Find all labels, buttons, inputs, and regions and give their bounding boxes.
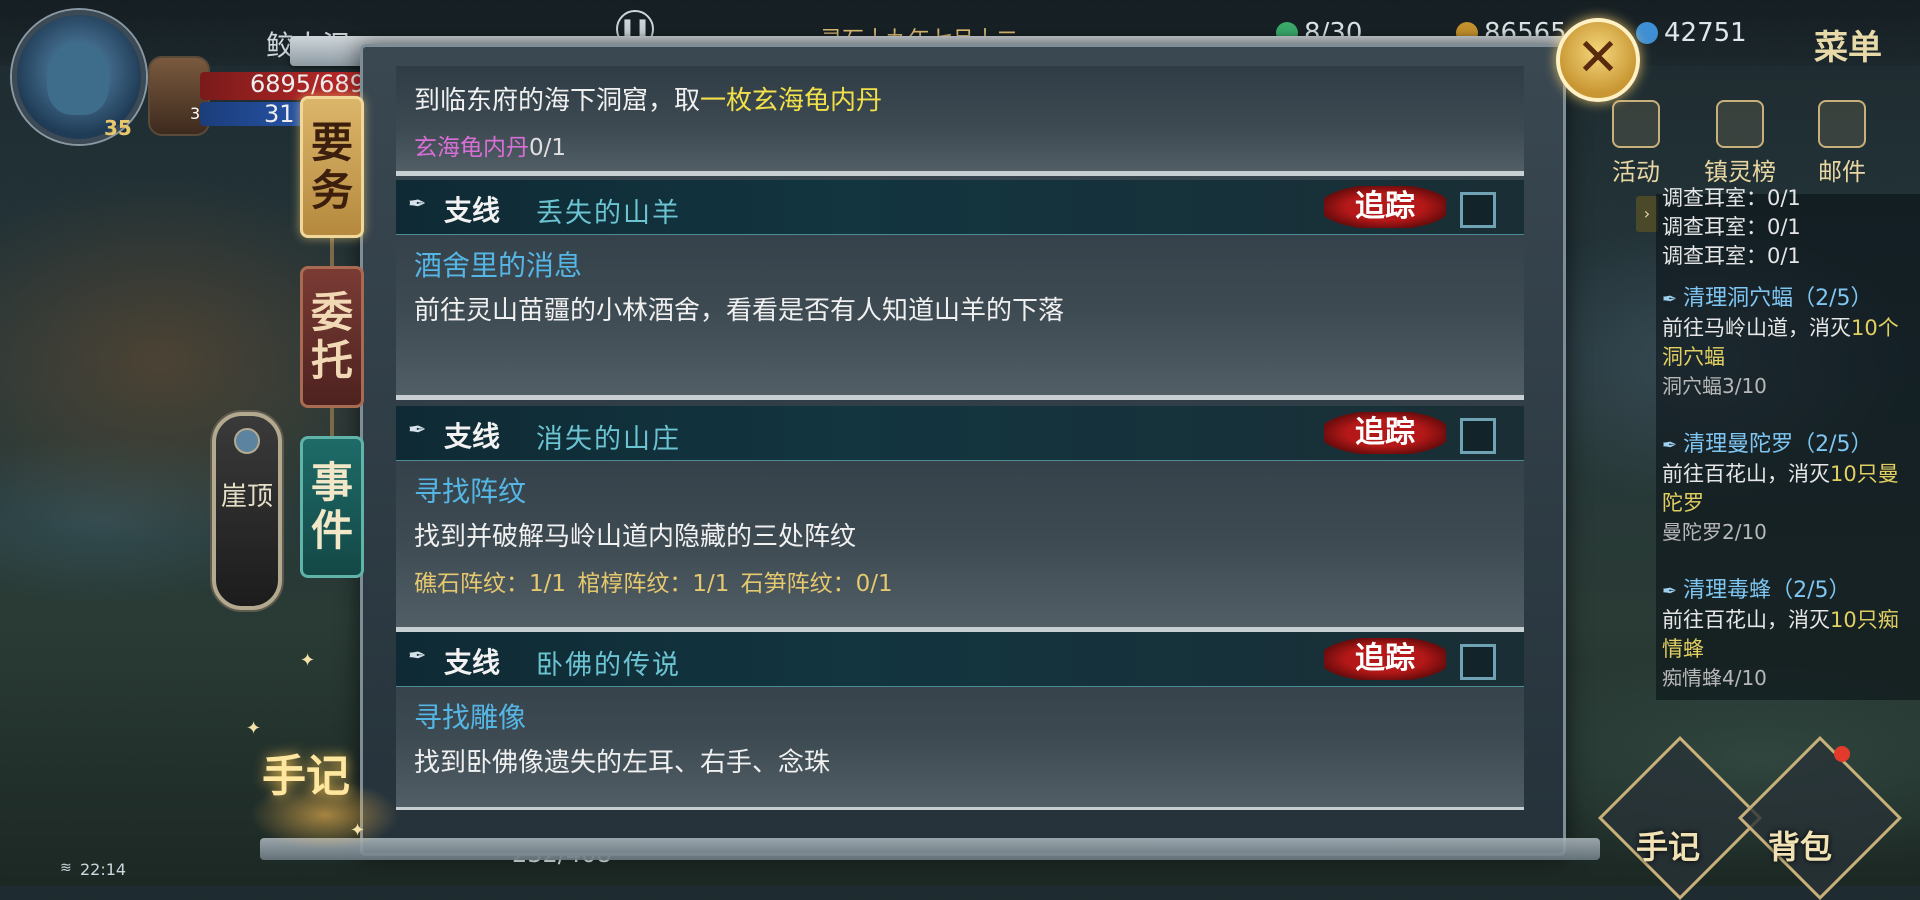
quest-desc: 找到并破解马岭山道内隐藏的三处阵纹: [414, 522, 857, 552]
wifi-icon: ≋: [60, 860, 72, 876]
track-checkbox[interactable]: [1460, 418, 1496, 454]
avatar-face: [47, 43, 109, 115]
tracker-partial-line: 调查耳室：0/1: [1662, 186, 1801, 210]
tab-connector: [330, 406, 334, 440]
tracker-quest-item[interactable]: ✒ 清理洞穴蝠（2/5） 前往马岭山道，消灭10个洞穴蝠 洞穴蝠3/10: [1662, 284, 1916, 401]
quest-name: 消失的山庄: [536, 424, 681, 455]
quest-name: 卧佛的传说: [536, 650, 681, 681]
feather-icon: ✒: [1662, 435, 1678, 456]
quest-progress-item: 玄海龟内丹: [414, 135, 529, 161]
gem-icon: [234, 428, 260, 454]
close-button[interactable]: ✕: [1556, 18, 1640, 102]
tracker-quest-title: 清理曼陀罗（2/5）: [1683, 432, 1873, 457]
menu-button[interactable]: 菜单: [1814, 20, 1882, 69]
tracker-quest-title: 清理毒蜂（2/5）: [1683, 578, 1851, 603]
quest-type: 支线: [444, 194, 501, 227]
activity-button[interactable]: 活动: [1596, 100, 1676, 187]
mp-text: 31: [264, 100, 295, 128]
tracker-partial-quest[interactable]: 调查耳室：0/1 调查耳室：0/1 调查耳室：0/1: [1662, 184, 1916, 271]
quest-tracker-toggle[interactable]: ›: [1636, 196, 1658, 232]
quest-tracker: 调查耳室：0/1 调查耳室：0/1 调查耳室：0/1 ✒ 清理洞穴蝠（2/5） 前…: [1656, 186, 1920, 700]
tracker-partial-line: 调查耳室：0/1: [1662, 215, 1801, 239]
gift-icon: [1612, 100, 1660, 148]
quest-header: ✒ 支线 卧佛的传说 追踪: [396, 632, 1524, 687]
sparkle-icon: ✦: [246, 718, 262, 739]
quest-progress: 玄海龟内丹0/1: [414, 128, 566, 162]
quest-desc-highlight: 一枚玄海龟内丹: [700, 86, 883, 116]
quest-header: ✒ 支线 丢失的山羊 追踪: [396, 180, 1524, 235]
tracker-quest-item[interactable]: ✒ 清理毒蜂（2/5） 前往百花山，消灭10只痴情蜂 痴情蜂4/10: [1662, 576, 1916, 693]
quest-desc: 前往灵山苗疆的小林酒舍，看看是否有人知道山羊的下落: [414, 296, 1065, 326]
panel-scroll-bottom: [260, 838, 1600, 860]
quest-name: 丢失的山羊: [536, 198, 681, 229]
quest-progress: 礁石阵纹：1/1 棺椁阵纹：1/1 石笋阵纹：0/1: [414, 571, 893, 597]
feather-icon: ✒: [1662, 581, 1678, 602]
bag-button[interactable]: 背包: [1768, 822, 1832, 868]
currency-value: 42751: [1664, 18, 1747, 48]
status-time: 22:14: [80, 860, 127, 879]
quest-header: ✒ 支线 消失的山庄 追踪: [396, 406, 1524, 461]
feather-icon: ✒: [408, 192, 427, 217]
location-name: 崖顶: [220, 482, 273, 512]
journal-button[interactable]: 手记: [1636, 822, 1700, 868]
tracker-quest-desc: 前往马岭山道，消灭: [1662, 316, 1851, 340]
quest-type: 支线: [444, 420, 501, 453]
track-checkbox[interactable]: [1460, 192, 1496, 228]
player-level: 35: [104, 116, 132, 140]
feather-icon: ✒: [1662, 289, 1678, 310]
quest-desc: 找到卧佛像遗失的左耳、右手、念珠: [414, 748, 831, 778]
pagoda-icon: [1716, 100, 1764, 148]
feather-icon: ✒: [408, 418, 427, 443]
location-badge[interactable]: 崖顶: [212, 412, 282, 610]
journal-tab[interactable]: 手记: [262, 740, 382, 830]
scroll-icon: [1818, 100, 1866, 148]
activity-label: 活动: [1612, 158, 1660, 186]
tracker-quest-progress: 曼陀罗2/10: [1662, 520, 1767, 544]
quest-step-title: 寻找阵纹: [414, 475, 527, 508]
quest-card[interactable]: 到临东府的海下洞窟，取一枚玄海龟内丹 玄海龟内丹0/1: [396, 66, 1524, 176]
quest-desc-text: 到临东府的海下洞窟，取: [414, 86, 701, 116]
quest-card[interactable]: ✒ 支线 消失的山庄 追踪 寻找阵纹 找到并破解马岭山道内隐藏的三处阵纹 礁石阵…: [396, 406, 1524, 632]
track-button[interactable]: 追踪: [1324, 638, 1446, 680]
sparkle-icon: ✦: [300, 650, 316, 671]
tracker-quest-item[interactable]: ✒ 清理曼陀罗（2/5） 前往百花山，消灭10只曼陀罗 曼陀罗2/10: [1662, 430, 1916, 547]
ranking-label: 镇灵榜: [1704, 158, 1776, 186]
quest-card[interactable]: ✒ 支线 卧佛的传说 追踪 寻找雕像 找到卧佛像遗失的左耳、右手、念珠: [396, 632, 1524, 810]
tab-yaowu[interactable]: 要务: [300, 96, 364, 238]
quest-desc: 到临东府的海下洞窟，取一枚玄海龟内丹: [414, 80, 882, 117]
quest-progress-count: 0/1: [529, 135, 567, 161]
notification-dot: [1834, 746, 1850, 762]
sparkle-icon: ✦: [350, 820, 366, 841]
mail-label: 邮件: [1818, 158, 1866, 186]
quest-step-title: 酒舍里的消息: [414, 249, 583, 282]
tab-shijian[interactable]: 事件: [300, 436, 364, 578]
quest-type: 支线: [444, 646, 501, 679]
currency-counter: 42751: [1636, 18, 1747, 48]
feather-icon: ✒: [408, 644, 427, 669]
ranking-button[interactable]: 镇灵榜: [1700, 100, 1780, 187]
tracker-quest-progress: 洞穴蝠3/10: [1662, 374, 1767, 398]
tracker-partial-line: 调查耳室：0/1: [1662, 244, 1801, 268]
tracker-quest-desc: 前往百花山，消灭: [1662, 462, 1830, 486]
spiral-icon: [1636, 22, 1658, 44]
tracker-quest-desc: 前往百花山，消灭: [1662, 608, 1830, 632]
tracker-quest-title: 清理洞穴蝠（2/5）: [1683, 286, 1873, 311]
mail-button[interactable]: 邮件: [1802, 100, 1882, 187]
quest-list[interactable]: 到临东府的海下洞窟，取一枚玄海龟内丹 玄海龟内丹0/1 ✒ 支线 丢失的山羊 追…: [396, 66, 1524, 810]
hp-text: 6895/689: [250, 70, 365, 98]
quest-card[interactable]: ✒ 支线 丢失的山羊 追踪 酒舍里的消息 前往灵山苗疆的小林酒舍，看看是否有人知…: [396, 180, 1524, 400]
track-checkbox[interactable]: [1460, 644, 1496, 680]
quest-step-title: 寻找雕像: [414, 701, 527, 734]
tracker-quest-progress: 痴情蜂4/10: [1662, 666, 1767, 690]
track-button[interactable]: 追踪: [1324, 412, 1446, 454]
tab-connector: [330, 236, 334, 270]
track-button[interactable]: 追踪: [1324, 186, 1446, 228]
tab-weituo[interactable]: 委托: [300, 266, 364, 408]
